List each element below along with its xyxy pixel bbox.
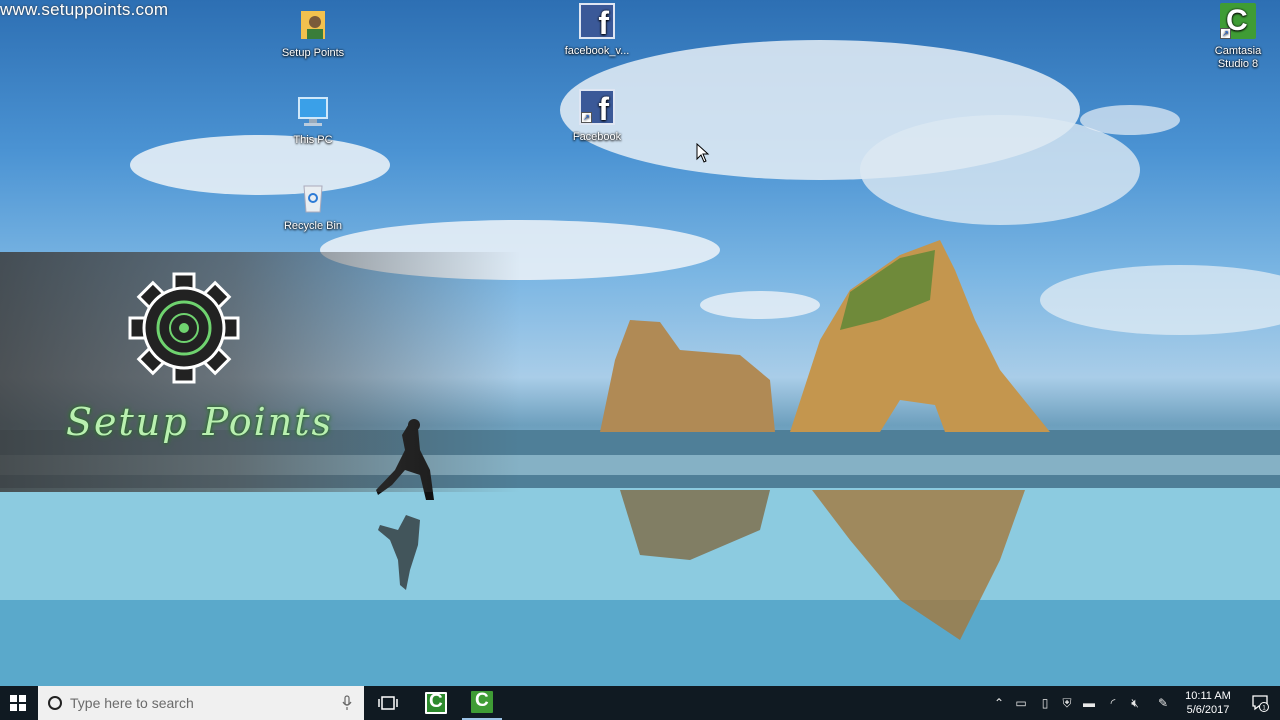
camtasia-icon: C <box>471 690 493 713</box>
search-placeholder: Type here to search <box>70 695 194 711</box>
clock-date: 5/6/2017 <box>1186 704 1230 716</box>
defender-shield-icon[interactable]: ⛨ <box>1056 686 1078 720</box>
computer-icon <box>293 92 333 132</box>
desktop-icon-recycle-bin[interactable]: Recycle Bin <box>273 178 353 233</box>
desktop-icon-label: Camtasia <box>1214 45 1262 57</box>
brand-banner <box>0 252 520 492</box>
tray-app-icon[interactable]: ▭ <box>1010 686 1032 720</box>
desktop-icon-facebook-v[interactable]: f facebook_v... <box>557 3 637 58</box>
task-view-icon <box>378 696 398 710</box>
desktop-icon-label: Setup Points <box>281 47 345 59</box>
desktop[interactable]: Setup Points www.setuppoints.com Setup P… <box>0 0 1280 686</box>
facebook-icon: f <box>577 3 617 43</box>
user-folder-icon <box>293 5 333 45</box>
shortcut-arrow-icon: ↗ <box>581 112 592 123</box>
start-button[interactable] <box>0 686 36 720</box>
desktop-icon-label: Facebook <box>572 131 622 143</box>
shortcut-arrow-icon: ↗ <box>1220 28 1231 39</box>
windows-logo-icon <box>10 695 26 711</box>
battery-icon[interactable]: ▬ <box>1078 686 1100 720</box>
taskbar-app-camtasia-recorder[interactable]: C <box>416 686 456 720</box>
watermark: www.setuppoints.com <box>0 0 169 19</box>
clock-time: 10:11 AM <box>1185 690 1231 702</box>
desktop-icon-label: This PC <box>293 134 333 146</box>
desktop-icon-facebook[interactable]: f ↗ Facebook <box>557 89 637 144</box>
task-view-button[interactable] <box>374 686 402 720</box>
desktop-icon-label: facebook_v... <box>564 45 630 57</box>
show-hidden-icons-chevron-icon[interactable]: ⌃ <box>988 686 1010 720</box>
wifi-icon[interactable]: ◜ <box>1102 686 1124 720</box>
facebook-icon: f ↗ <box>577 89 617 129</box>
volume-muted-icon[interactable]: 🔇︎ <box>1124 686 1146 720</box>
mouse-cursor-icon <box>696 143 710 163</box>
desktop-icon-label: Studio 8 <box>1217 58 1259 70</box>
taskbar-app-camtasia-studio[interactable]: C <box>462 686 502 720</box>
desktop-icon-label: Recycle Bin <box>283 220 343 232</box>
camtasia-icon: C <box>425 691 447 714</box>
desktop-icon-camtasia[interactable]: C ↗ Camtasia Studio 8 <box>1198 3 1278 71</box>
pen-icon[interactable]: ✎ <box>1152 686 1174 720</box>
search-box[interactable]: Type here to search <box>38 686 364 720</box>
gear-logo-icon <box>128 272 240 384</box>
microphone-icon[interactable] <box>342 695 352 711</box>
notification-icon: 1 <box>1252 695 1269 712</box>
desktop-icon-setup-points[interactable]: Setup Points <box>273 5 353 60</box>
brand-text: Setup Points <box>66 400 333 444</box>
desktop-icon-this-pc[interactable]: This PC <box>273 92 353 147</box>
camtasia-icon: C ↗ <box>1218 3 1258 43</box>
cortana-icon <box>48 696 62 710</box>
clock[interactable]: 10:11 AM 5/6/2017 <box>1178 686 1238 720</box>
usb-icon[interactable]: ▯ <box>1034 686 1056 720</box>
taskbar: Type here to search C C ⌃ ▭ ▯ ⛨ ▬ ◜ 🔇︎ ✎… <box>0 686 1280 720</box>
action-center-button[interactable]: 1 <box>1246 686 1274 720</box>
recycle-bin-icon <box>293 178 333 218</box>
